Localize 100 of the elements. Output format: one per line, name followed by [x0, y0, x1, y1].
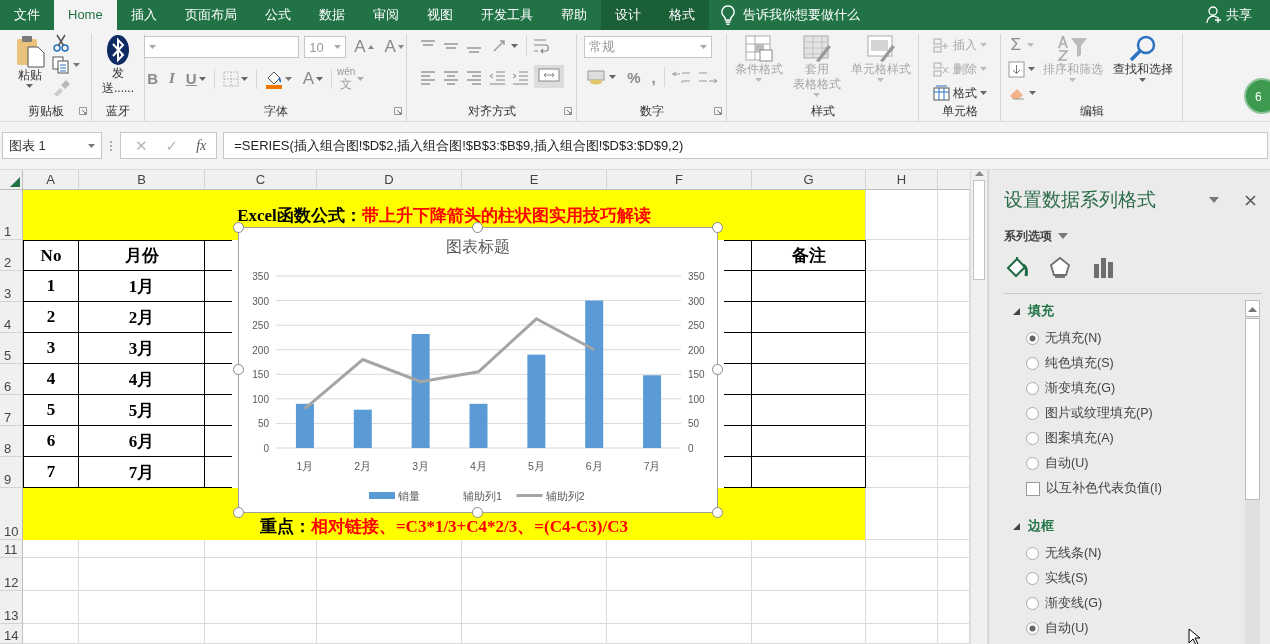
grid-cell[interactable] — [866, 395, 938, 426]
ribbon-tab[interactable]: 设计 — [600, 0, 655, 30]
radio-button[interactable] — [1026, 432, 1039, 445]
column-header[interactable]: G — [752, 170, 866, 190]
table-cell[interactable] — [205, 240, 232, 271]
table-cell[interactable] — [724, 333, 752, 364]
caret-icon[interactable] — [88, 143, 95, 148]
expand-icon[interactable] — [1012, 307, 1020, 315]
radio-button[interactable] — [1026, 332, 1039, 345]
table-cell[interactable] — [724, 240, 752, 271]
grid-cell[interactable] — [23, 540, 79, 558]
ribbon-tab[interactable]: 帮助 — [546, 0, 601, 30]
wrap-text-icon[interactable] — [532, 37, 550, 55]
column-header[interactable]: F — [607, 170, 752, 190]
copy-button[interactable] — [51, 54, 80, 76]
option-label[interactable]: 无填充(N) — [1045, 330, 1102, 347]
grid-cell[interactable] — [462, 624, 607, 644]
grid-cell[interactable] — [462, 558, 607, 591]
column-heading[interactable]: 月份 — [79, 240, 205, 271]
grid-cell[interactable] — [866, 457, 938, 488]
grid-cell[interactable] — [79, 591, 205, 624]
grid-cell[interactable] — [866, 540, 938, 558]
grid-cell[interactable] — [317, 558, 462, 591]
resize-handle[interactable] — [472, 507, 483, 518]
table-cell[interactable] — [752, 302, 866, 333]
vertical-scrollbar[interactable] — [970, 170, 988, 644]
pane-scrollbar[interactable] — [1245, 300, 1260, 644]
table-cell[interactable] — [724, 364, 752, 395]
resize-handle[interactable] — [712, 222, 723, 233]
row-header[interactable]: 1 — [0, 190, 23, 240]
table-cell[interactable]: 4 — [23, 364, 79, 395]
table-cell[interactable]: 1 — [23, 271, 79, 302]
radio-button[interactable] — [1026, 407, 1039, 420]
table-cell[interactable] — [724, 395, 752, 426]
find-select-button[interactable]: 查找和选择 — [1109, 34, 1176, 82]
down-triangle-icon[interactable] — [397, 45, 404, 49]
copy-icon[interactable] — [51, 56, 70, 74]
table-cell[interactable]: 3月 — [79, 333, 205, 364]
radio-button[interactable] — [1026, 572, 1039, 585]
grid-cell[interactable] — [317, 624, 462, 644]
column-heading[interactable]: No — [23, 240, 79, 271]
column-header[interactable]: E — [462, 170, 607, 190]
grid-cell[interactable] — [205, 624, 317, 644]
grid-cell[interactable] — [752, 540, 866, 558]
caret-icon[interactable] — [284, 76, 292, 81]
caret-icon[interactable] — [240, 76, 248, 81]
table-cell[interactable]: 5月 — [79, 395, 205, 426]
option-label[interactable]: 图片或纹理填充(P) — [1045, 405, 1153, 422]
row-header[interactable]: 12 — [0, 558, 23, 591]
fill-down-icon[interactable] — [1007, 60, 1025, 78]
formula-field[interactable]: =SERIES(插入组合图!$D$2,插入组合图!$B$3:$B$9,插入组合图!$D$3:$D$9,2) — [223, 132, 1268, 159]
ribbon-tab[interactable]: 公式 — [250, 0, 305, 30]
column-header[interactable]: H — [866, 170, 938, 190]
table-cell[interactable] — [752, 395, 866, 426]
row-header[interactable]: 5 — [0, 333, 23, 364]
radio-button[interactable] — [1026, 457, 1039, 470]
column-header[interactable]: C — [205, 170, 317, 190]
grid-cell[interactable] — [462, 540, 607, 558]
close-icon[interactable] — [1245, 194, 1256, 206]
bar-chart-icon[interactable] — [1092, 256, 1115, 280]
person-icon[interactable] — [1206, 6, 1222, 24]
tell-me-search[interactable]: 告诉我你想要做什么 — [742, 6, 860, 24]
scrollbar-thumb[interactable] — [973, 180, 985, 280]
up-triangle-icon[interactable] — [367, 45, 374, 49]
caret-icon[interactable] — [316, 76, 324, 81]
row-header[interactable]: 11 — [0, 540, 23, 558]
table-cell[interactable]: 2 — [23, 302, 79, 333]
dropdown-icon[interactable] — [1209, 197, 1219, 203]
lightbulb-icon[interactable] — [720, 5, 735, 25]
grid-cell[interactable] — [607, 591, 752, 624]
caret-icon[interactable] — [26, 83, 33, 88]
option-label[interactable]: 自动(U) — [1045, 455, 1089, 472]
increase-indent-icon[interactable] — [511, 68, 529, 85]
caret-icon[interactable] — [609, 75, 617, 79]
grid-cell[interactable] — [79, 558, 205, 591]
send-button[interactable]: 发 送...... — [99, 34, 137, 96]
table-cell[interactable] — [752, 333, 866, 364]
option-label[interactable]: 渐变线(G) — [1045, 595, 1103, 612]
radio-button[interactable] — [1026, 357, 1039, 370]
option-label[interactable]: 纯色填充(S) — [1045, 355, 1114, 372]
ribbon-tab[interactable]: 开发工具 — [466, 0, 547, 30]
section-title[interactable]: 边框 — [1028, 517, 1054, 535]
row-header[interactable]: 14 — [0, 624, 23, 644]
grid-cell[interactable] — [866, 271, 938, 302]
grid-cell[interactable] — [23, 624, 79, 644]
radio-button[interactable] — [1026, 622, 1039, 635]
grid-cell[interactable] — [866, 426, 938, 457]
option-label[interactable]: 实线(S) — [1045, 570, 1088, 587]
merge-center-button[interactable] — [534, 65, 564, 88]
insert-function-button[interactable]: fx — [196, 137, 207, 154]
ribbon-tab[interactable]: 页面布局 — [170, 0, 251, 30]
grid-cell[interactable] — [866, 240, 938, 271]
grid-cell[interactable] — [607, 558, 752, 591]
grid-cell[interactable] — [866, 190, 938, 240]
dialog-launcher-icon[interactable] — [564, 107, 572, 115]
grid-cell[interactable] — [866, 333, 938, 364]
section-title[interactable]: 填充 — [1028, 302, 1054, 320]
caret-icon[interactable] — [979, 91, 987, 95]
grid-cell[interactable] — [752, 624, 866, 644]
grid-cell[interactable] — [866, 558, 938, 591]
